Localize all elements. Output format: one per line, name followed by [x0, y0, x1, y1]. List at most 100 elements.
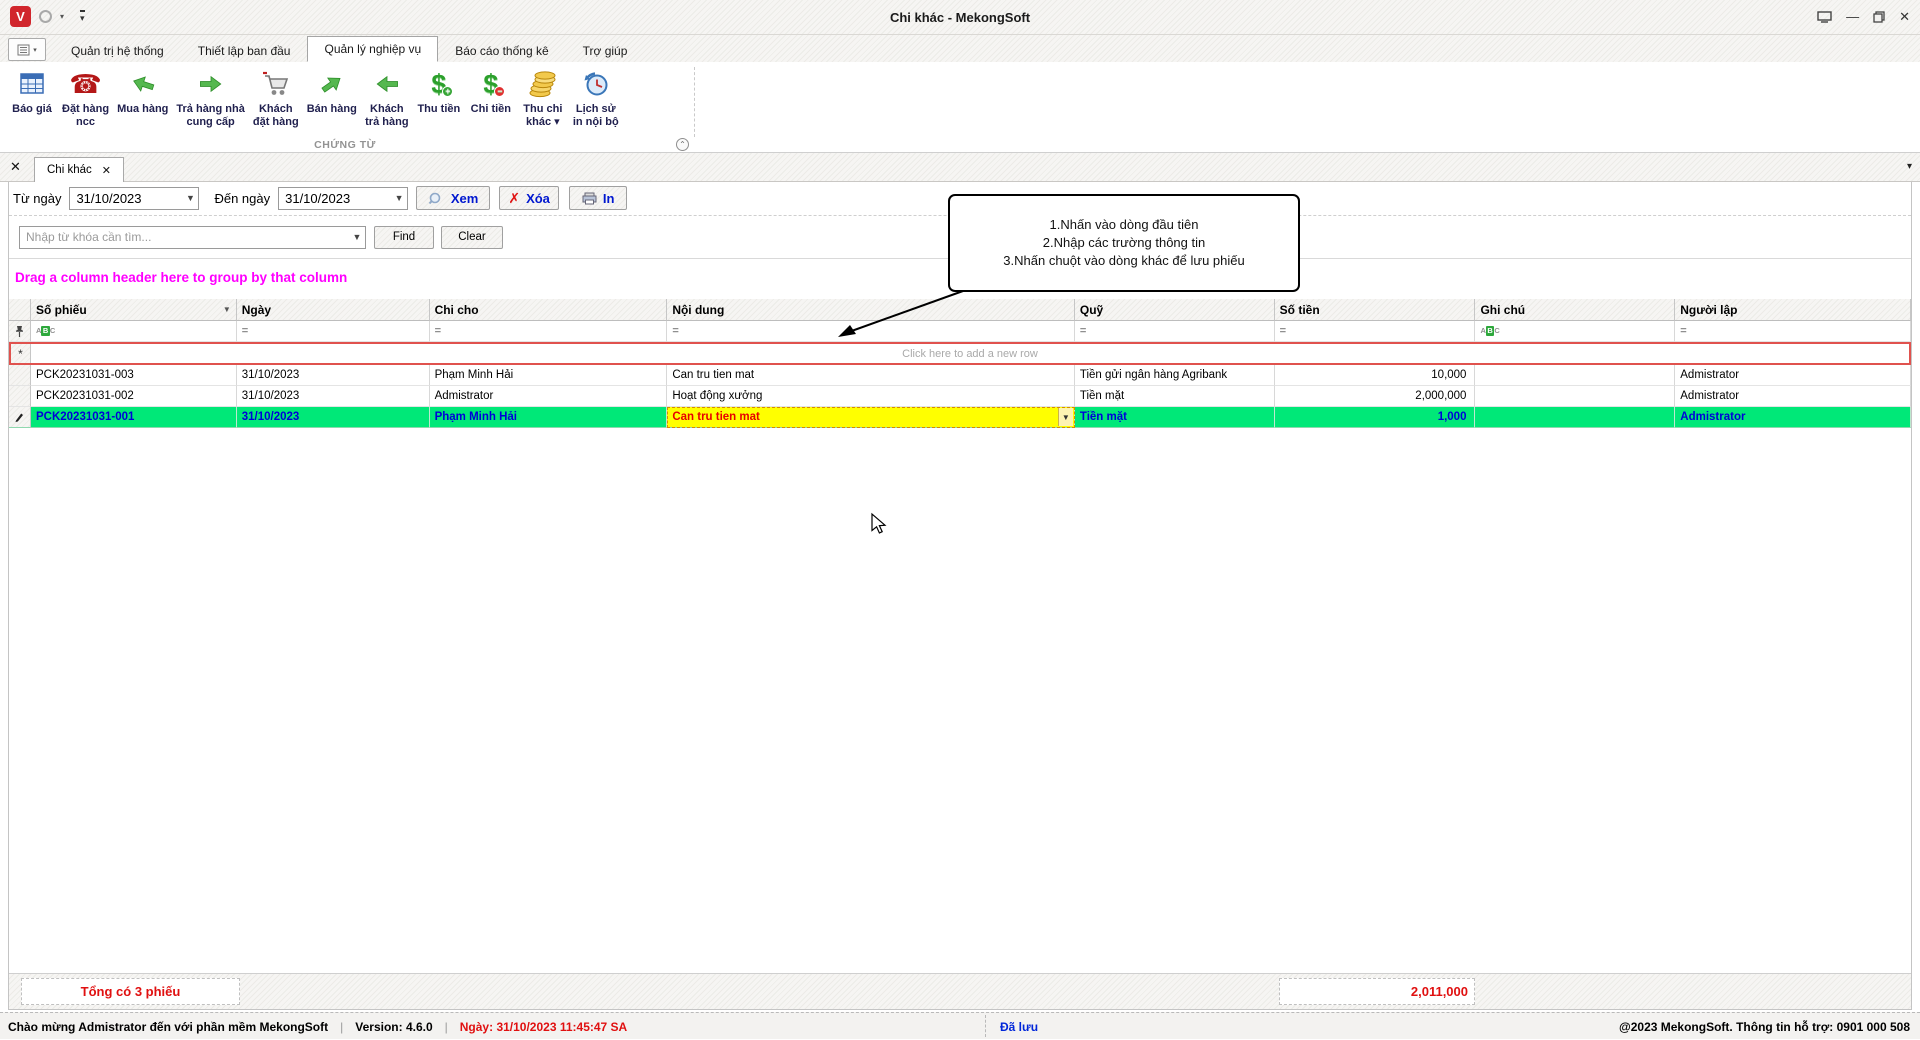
version-text: Version: 4.6.0 — [355, 1019, 433, 1034]
ban-hang-button[interactable]: Bán hàng — [303, 65, 361, 128]
cell-noi-dung[interactable]: Can tru tien mat — [667, 365, 1075, 386]
search-input[interactable] — [20, 230, 349, 244]
from-date-combobox[interactable]: 31/10/2023 ▼ — [69, 186, 200, 210]
ribbon-tab-quan-ly-nghiep-vu[interactable]: Quản lý nghiệp vụ — [307, 36, 439, 62]
print-button[interactable]: In — [569, 186, 628, 210]
cell-chi-cho[interactable]: Admistrator — [429, 386, 668, 407]
cell-noi-dung[interactable]: Hoạt động xưởng — [667, 386, 1075, 407]
cell-ngay[interactable]: 31/10/2023 — [236, 365, 430, 386]
cell-chi-cho[interactable]: Phạm Minh Hải — [429, 365, 668, 386]
cell-quy[interactable]: Tiền mặt — [1074, 386, 1275, 407]
filter-cell-quy[interactable]: = — [1074, 321, 1275, 342]
tra-hang-ncc-button[interactable]: Trả hàng nhà cung cấp — [172, 65, 248, 128]
column-header-noi-dung[interactable]: Nội dung — [667, 299, 1075, 321]
cell-noi-dung-editing[interactable]: Can tru tien mat ▼ — [667, 407, 1075, 428]
cell-so-phieu[interactable]: PCK20231031-002 — [30, 386, 237, 407]
grid-summary-footer: Tổng có 3 phiếu 2,011,000 — [9, 973, 1911, 1009]
thu-chi-khac-button[interactable]: Thu chi khác ▾ — [517, 65, 569, 128]
view-button[interactable]: Xem — [416, 186, 491, 210]
lich-su-in-noi-bo-button[interactable]: Lịch sử in nội bộ — [569, 65, 623, 128]
dat-hang-ncc-button[interactable]: ☎ Đặt hàng ncc — [58, 65, 113, 128]
table-row[interactable]: PCK20231031-002 31/10/2023 Admistrator H… — [9, 386, 1912, 407]
filter-cell-ngay[interactable]: = — [236, 321, 430, 342]
khach-tra-hang-button[interactable]: Khách trả hàng — [361, 65, 413, 128]
column-header-ghi-chu[interactable]: Ghi chú — [1475, 299, 1676, 321]
cell-nguoi-lap[interactable]: Admistrator — [1675, 365, 1912, 386]
column-header-so-phieu[interactable]: Số phiếu ▼ — [30, 299, 237, 321]
to-date-combobox[interactable]: 31/10/2023 ▼ — [278, 186, 409, 210]
chi-tien-button[interactable]: $ − Chi tiền — [465, 65, 517, 128]
mua-hang-button[interactable]: Mua hàng — [113, 65, 172, 128]
column-header-nguoi-lap[interactable]: Người lập — [1675, 299, 1912, 321]
chevron-down-icon[interactable]: ▼ — [349, 232, 365, 242]
ribbon-tab-thiet-lap-ban-dau[interactable]: Thiết lập ban đầu — [181, 38, 308, 62]
cell-quy[interactable]: Tiền gửi ngân hàng Agribank — [1074, 365, 1275, 386]
cell-ghi-chu[interactable] — [1475, 365, 1676, 386]
ribbon-tab-quan-tri-he-thong[interactable]: Quản trị hệ thống — [54, 38, 181, 62]
table-row-selected[interactable]: PCK20231031-001 31/10/2023 Phạm Minh Hải… — [9, 407, 1912, 428]
restore-button[interactable] — [1873, 11, 1885, 23]
sort-indicator-icon[interactable]: ▼ — [223, 305, 231, 314]
to-date-label: Đến ngày — [214, 190, 271, 206]
filter-cell-noi-dung[interactable]: = — [667, 321, 1075, 342]
dollar-minus-icon: $ − — [483, 67, 506, 101]
cell-quy[interactable]: Tiền mặt — [1074, 407, 1275, 428]
tab-scroll-button[interactable]: ▾ — [1907, 161, 1912, 172]
application-menu-button[interactable]: ▾ — [8, 38, 46, 61]
grid-new-row[interactable]: * Click here to add a new row — [9, 342, 1911, 365]
pencil-edit-icon — [15, 413, 24, 422]
save-status: Đã lưu — [1000, 1019, 1039, 1034]
close-button[interactable]: ✕ — [1899, 7, 1910, 27]
filter-cell-so-phieu[interactable]: ABC — [30, 321, 237, 342]
callout-line: 1.Nhấn vào dòng đầu tiên — [1049, 217, 1199, 232]
filter-cell-nguoi-lap[interactable]: = — [1675, 321, 1912, 342]
chevron-down-icon: ▼ — [185, 193, 195, 203]
left-arrow-icon — [372, 67, 402, 101]
khach-dat-hang-button[interactable]: Khách đặt hàng — [249, 65, 303, 128]
filter-cell-ghi-chu[interactable]: ABC — [1475, 321, 1676, 342]
filter-cell-chi-cho[interactable]: = — [429, 321, 668, 342]
column-header-so-tien[interactable]: Số tiền — [1274, 299, 1476, 321]
equals-filter-icon: = — [1079, 325, 1087, 337]
cell-ghi-chu[interactable] — [1475, 407, 1676, 428]
row-indicator — [9, 386, 31, 407]
cell-ghi-chu[interactable] — [1475, 386, 1676, 407]
minimize-button[interactable]: — — [1846, 7, 1859, 27]
cell-so-phieu[interactable]: PCK20231031-001 — [30, 407, 237, 428]
history-clock-icon — [581, 67, 611, 101]
ribbon-collapse-button[interactable]: ⌃ — [676, 138, 689, 151]
cell-so-tien[interactable]: 10,000 — [1274, 365, 1476, 386]
cell-so-phieu[interactable]: PCK20231031-003 — [30, 365, 237, 386]
document-tab-chi-khac[interactable]: Chi khác ✕ — [34, 157, 124, 182]
grid-filter-row: ABC = = = = = ABC = — [9, 321, 1912, 342]
close-tab-icon[interactable]: ✕ — [102, 164, 111, 177]
cell-ngay[interactable]: 31/10/2023 — [236, 386, 430, 407]
coins-icon — [528, 67, 558, 101]
equals-filter-icon: = — [241, 325, 249, 337]
column-header-ngay[interactable]: Ngày — [236, 299, 430, 321]
ribbon-tab-tro-giup[interactable]: Trợ giúp — [566, 38, 645, 62]
cell-nguoi-lap[interactable]: Admistrator — [1675, 386, 1912, 407]
date-text: Ngày: 31/10/2023 11:45:47 SA — [459, 1019, 628, 1034]
cell-so-tien[interactable]: 2,000,000 — [1274, 386, 1476, 407]
from-date-label: Từ ngày — [13, 190, 62, 206]
cell-ngay[interactable]: 31/10/2023 — [236, 407, 430, 428]
display-settings-icon[interactable] — [1817, 11, 1832, 23]
ribbon-tab-bao-cao-thong-ke[interactable]: Báo cáo thống kê — [438, 38, 565, 62]
group-by-panel[interactable]: Drag a column header here to group by th… — [15, 270, 347, 285]
cell-dropdown-button[interactable]: ▼ — [1057, 408, 1073, 426]
cell-nguoi-lap[interactable]: Admistrator — [1675, 407, 1912, 428]
bao-gia-button[interactable]: Báo giá — [6, 65, 58, 128]
find-button[interactable]: Find — [374, 225, 434, 249]
cell-so-tien[interactable]: 1,000 — [1274, 407, 1476, 428]
filter-cell-so-tien[interactable]: = — [1274, 321, 1476, 342]
date-filter-bar: Từ ngày 31/10/2023 ▼ Đến ngày 31/10/2023… — [13, 186, 628, 210]
column-header-chi-cho[interactable]: Chi cho — [429, 299, 668, 321]
column-header-quy[interactable]: Quỹ — [1074, 299, 1275, 321]
cell-chi-cho[interactable]: Phạm Minh Hải — [429, 407, 668, 428]
delete-button[interactable]: ✗ Xóa — [499, 186, 560, 210]
clear-button[interactable]: Clear — [441, 225, 503, 249]
thu-tien-button[interactable]: $ + Thu tiền — [413, 65, 465, 128]
table-row[interactable]: PCK20231031-003 31/10/2023 Phạm Minh Hải… — [9, 365, 1912, 386]
close-all-tabs-icon[interactable]: ✕ — [10, 159, 21, 175]
